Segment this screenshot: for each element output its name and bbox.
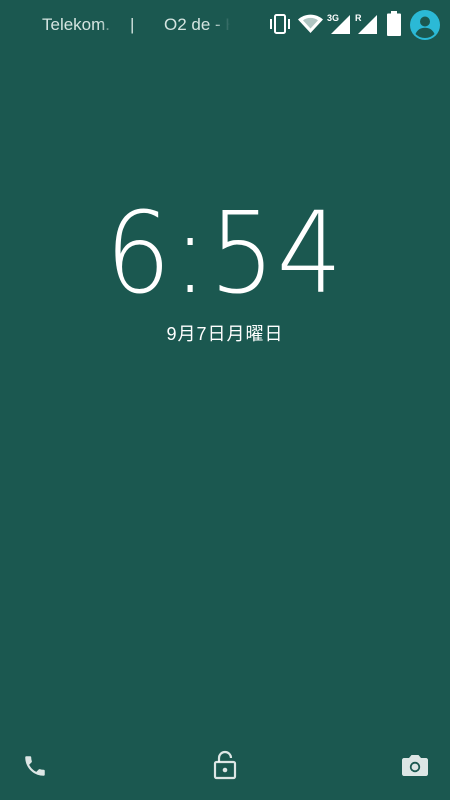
status-bar: Telekom. | O2 de - Hi 3G R xyxy=(0,0,450,50)
camera-icon[interactable] xyxy=(401,752,429,778)
phone-icon[interactable] xyxy=(22,753,48,779)
lock-screen: Telekom. | O2 de - Hi 3G R xyxy=(0,0,450,800)
carrier-name-2: O2 de - Hi xyxy=(164,15,230,34)
unlock-icon[interactable] xyxy=(211,750,239,780)
svg-text:R: R xyxy=(355,13,362,23)
signal-roaming-icon: R xyxy=(355,13,377,34)
battery-icon xyxy=(387,11,401,36)
svg-text:3G: 3G xyxy=(327,13,339,23)
vibrate-icon xyxy=(270,14,290,34)
user-avatar-icon[interactable] xyxy=(410,10,440,40)
signal-3g-icon: 3G xyxy=(327,13,350,34)
clock-time: 6:54 xyxy=(105,189,345,319)
carrier-name-1: Telekom. xyxy=(42,15,111,34)
lockscreen-date: 9月7日月曜日 xyxy=(166,324,284,344)
wifi-icon xyxy=(298,14,323,33)
lockscreen-clock: 6:54 xyxy=(0,194,450,314)
carrier-separator: | xyxy=(130,15,135,34)
